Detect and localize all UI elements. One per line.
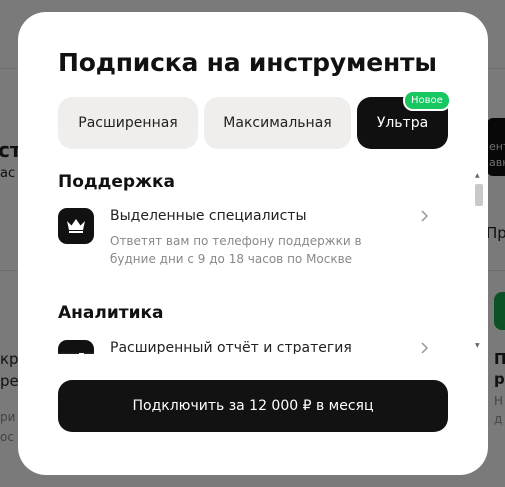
features-scrollbar[interactable]: ▲ ▼ (472, 168, 486, 354)
plan-features-list[interactable]: Поддержка Выделенные специалисты Ответят… (58, 170, 470, 354)
scroll-up-arrow-icon[interactable]: ▲ (475, 172, 480, 179)
tab-maximum[interactable]: Максимальная (204, 97, 351, 149)
section-title-support: Поддержка (58, 172, 175, 192)
feature-item-specialists[interactable]: Выделенные специалисты Ответят вам по те… (58, 208, 430, 278)
scroll-thumb[interactable] (475, 184, 483, 206)
subscribe-button[interactable]: Подключить за 12 000 ₽ в месяц (58, 380, 448, 432)
scroll-down-arrow-icon[interactable]: ▼ (475, 342, 480, 349)
feature-description: Ответят вам по телефону поддержки в будн… (110, 234, 362, 266)
new-badge: Новое (403, 90, 451, 111)
section-title-analytics: Аналитика (58, 303, 164, 323)
crown-icon (58, 208, 94, 244)
feature-title: Выделенные специалисты (110, 208, 307, 224)
tab-extended[interactable]: Расширенная (58, 97, 198, 149)
list-fade (18, 352, 488, 372)
subscription-modal: Подписка на инструменты Расширенная Макс… (18, 12, 488, 475)
chevron-right-icon (420, 208, 430, 227)
plan-tabs: Расширенная Максимальная Ультра Новое (58, 90, 451, 149)
modal-title: Подписка на инструменты (58, 48, 437, 77)
